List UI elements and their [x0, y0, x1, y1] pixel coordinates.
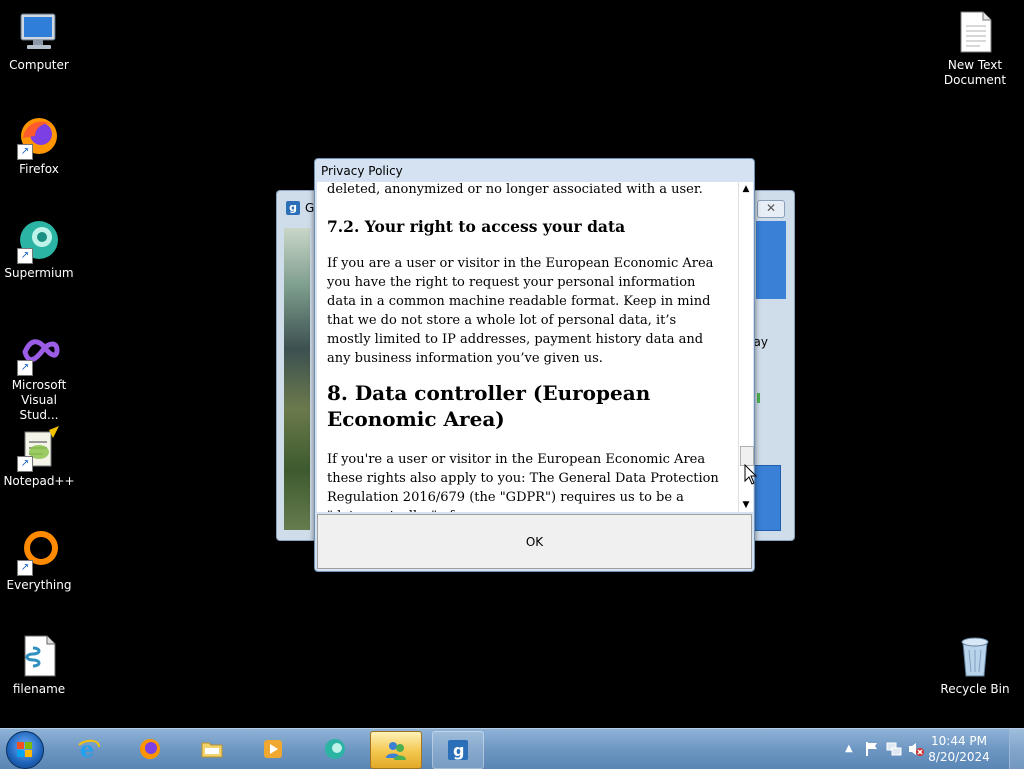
taskbar-file-explorer[interactable] [187, 731, 237, 767]
taskbar-g-app[interactable]: g [432, 731, 484, 769]
computer-icon [15, 8, 63, 56]
notepadpp-icon: ↗ [15, 424, 63, 472]
shortcut-arrow-icon: ↗ [17, 560, 33, 576]
users-app-icon [386, 742, 406, 760]
desktop-icon-label: Everything [6, 578, 72, 592]
desktop-icon-computer[interactable]: Computer [0, 8, 78, 73]
system-tray: ▲ 10:44 PM 8/20/2024 [839, 729, 1024, 769]
firefox-icon: ↗ [15, 112, 63, 160]
policy-paragraph-8: If you're a user or visitor in the Europ… [327, 452, 719, 512]
clock-date: 8/20/2024 [928, 750, 990, 764]
policy-content-area[interactable]: deleted, anonymized or no longer associa… [317, 182, 738, 512]
ok-button-area: OK [317, 514, 752, 569]
scroll-down-arrow-icon[interactable]: ▼ [739, 498, 753, 512]
desktop-icon-visual-studio[interactable]: ↗ Microsoft Visual Stud... [0, 328, 78, 423]
desktop-icon-recycle-bin[interactable]: Recycle Bin [936, 632, 1014, 697]
taskbar-firefox[interactable] [125, 731, 175, 767]
scroll-up-arrow-icon[interactable]: ▲ [739, 182, 753, 196]
start-button[interactable] [6, 731, 44, 769]
shortcut-arrow-icon: ↗ [17, 456, 33, 472]
desktop-icon-filename[interactable]: filename [0, 632, 78, 697]
volume-muted-icon[interactable] [908, 741, 924, 757]
privacy-policy-dialog: Privacy Policy deleted, anonymized or no… [314, 158, 755, 572]
show-desktop-button[interactable] [1009, 729, 1024, 769]
desktop-icon-label: filename [12, 682, 66, 696]
visual-studio-icon: ↗ [15, 328, 63, 376]
supermium-icon [325, 739, 345, 759]
taskbar-clock[interactable]: 10:44 PM 8/20/2024 [924, 733, 994, 765]
desktop-icon-label: New Text Document [943, 58, 1007, 87]
shortcut-arrow-icon: ↗ [17, 248, 33, 264]
taskbar-media-player[interactable] [248, 731, 298, 767]
text-document-icon [951, 8, 999, 56]
desktop-icon-firefox[interactable]: ↗ Firefox [0, 112, 78, 177]
shortcut-arrow-icon: ↗ [17, 360, 33, 376]
taskbar-internet-explorer[interactable]: e [64, 731, 114, 767]
taskbar: e g ▲ 10:44 PM 8/20/2024 [0, 728, 1024, 769]
desktop-icon-label: Recycle Bin [940, 682, 1010, 696]
file-explorer-icon [201, 742, 223, 758]
ok-button[interactable]: OK [318, 515, 751, 568]
desktop-icon-label: Supermium [4, 266, 74, 280]
close-button[interactable]: ✕ [757, 200, 785, 218]
policy-paragraph-7-2: If you are a user or visitor in the Euro… [327, 256, 714, 366]
partial-text: ay [753, 335, 768, 349]
media-player-icon [264, 740, 282, 758]
desktop-icon-supermium[interactable]: ↗ Supermium [0, 216, 78, 281]
svg-text:g: g [453, 741, 464, 760]
desktop-icon-label: Microsoft Visual Stud... [11, 378, 67, 422]
policy-heading-8: 8. Data controller (European Economic Ar… [327, 381, 651, 431]
taskbar-supermium[interactable] [310, 731, 360, 767]
internet-explorer-icon: e [78, 737, 100, 761]
show-hidden-icons-icon[interactable]: ▲ [845, 741, 861, 757]
taskbar-users-app[interactable] [370, 731, 422, 769]
everything-icon: ↗ [15, 528, 63, 576]
background-image [284, 228, 310, 530]
policy-document: deleted, anonymized or no longer associa… [327, 182, 722, 512]
desktop-icon-everything[interactable]: ↗ Everything [0, 528, 78, 593]
desktop-icon-label: Firefox [19, 162, 59, 176]
shortcut-arrow-icon: ↗ [17, 144, 33, 160]
policy-heading-7-2: 7.2. Your right to access your data [327, 217, 626, 236]
close-icon: ✕ [765, 201, 777, 215]
policy-lead-text: deleted, anonymized or no longer associa… [327, 182, 703, 197]
green-indicator [757, 393, 760, 403]
supermium-icon: ↗ [15, 216, 63, 264]
desktop-icon-new-text-document[interactable]: New Text Document [936, 8, 1014, 88]
windows-logo-icon [17, 742, 32, 757]
script-file-icon [15, 632, 63, 680]
desktop-icon-label: Computer [9, 58, 69, 72]
g-app-icon: g [448, 740, 468, 760]
clock-time: 10:44 PM [931, 734, 987, 748]
blue-panel [756, 221, 786, 299]
desktop-icon-label: Notepad++ [3, 474, 75, 488]
recycle-bin-icon [951, 632, 999, 680]
firefox-icon [140, 739, 160, 759]
g-app-icon: g [286, 201, 300, 215]
window-title: G [305, 201, 315, 215]
scrollbar-thumb[interactable] [740, 446, 754, 466]
dialog-title: Privacy Policy [321, 164, 403, 178]
vertical-scrollbar[interactable]: ▲ ▼ [738, 182, 754, 512]
network-icon[interactable] [886, 741, 902, 757]
desktop-icon-notepadpp[interactable]: ↗ Notepad++ [0, 424, 78, 489]
action-center-flag-icon[interactable] [864, 741, 880, 757]
